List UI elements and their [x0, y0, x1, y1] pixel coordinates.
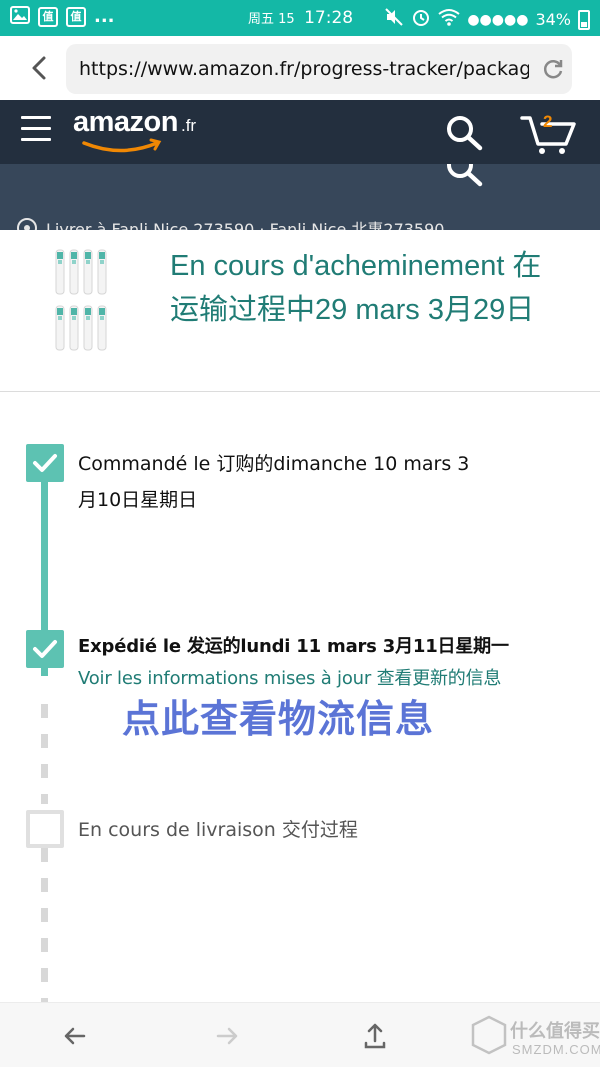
smzdm-app-icon: 值 — [66, 7, 86, 27]
more-notifications-indicator: ... — [94, 6, 115, 27]
view-updates-link[interactable]: Voir les informations mises à jour 查看更新的… — [78, 666, 501, 692]
tracking-card: En cours d'acheminement 在运输过程中29 mars 3月… — [0, 230, 600, 1002]
battery-percent: 34% — [535, 10, 571, 29]
browser-bottom-toolbar: 什么值得买 SMZDM.COM — [0, 1002, 600, 1067]
reload-icon — [543, 60, 563, 79]
status-bar-left: 值 值 ... — [10, 6, 115, 28]
status-bar-right: ●●●●● 34% — [384, 7, 590, 33]
toothbrush-heads-product-image — [55, 249, 107, 351]
alarm-icon — [411, 7, 431, 33]
menu-icon-bar — [21, 138, 51, 141]
step-delivery-label: En cours de livraison 交付过程 — [78, 819, 358, 841]
step-delivery-checkbox — [26, 810, 64, 848]
watermark-text: 什么值得买 — [510, 1021, 600, 1042]
battery-icon — [578, 10, 590, 30]
smile-arrow-icon — [82, 138, 162, 153]
status-bar: 值 值 ... 周五 15 17:28 ●●●●● 34% — [0, 0, 600, 36]
smzdm-app-icon: 值 — [38, 7, 58, 27]
gallery-icon — [10, 6, 30, 28]
status-bar-time: 17:28 — [304, 8, 354, 28]
search-button[interactable] — [444, 114, 484, 152]
step-ordered-label: Commandé le 订购的dimanche 10 mars 3月10日星期日 — [78, 453, 470, 511]
smzdm-watermark: 什么值得买 SMZDM.COM — [470, 1015, 600, 1063]
wifi-icon — [438, 8, 460, 32]
timeline-pending-line — [41, 848, 48, 1002]
mute-icon — [384, 7, 404, 33]
signal-strength-icon: ●●●●● — [467, 12, 529, 28]
shipment-summary: En cours d'acheminement 在运输过程中29 mars 3月… — [0, 230, 600, 392]
logo-tld: .fr — [180, 116, 197, 135]
shipment-status-title: En cours d'acheminement 在运输过程中29 mars 3月… — [170, 250, 542, 326]
menu-icon-bar — [21, 116, 51, 119]
menu-icon-bar — [21, 127, 51, 130]
browser-back-button[interactable] — [22, 50, 58, 86]
menu-button[interactable] — [21, 116, 51, 144]
url-text[interactable]: https://www.amazon.fr/progress-tracker/p… — [79, 57, 529, 81]
search-icon — [447, 116, 483, 151]
status-bar-weekday: 周五 15 — [248, 12, 295, 27]
checkmark-icon — [33, 640, 57, 658]
arrow-right-icon — [216, 1027, 238, 1045]
amazon-logo[interactable]: amazon .fr — [73, 106, 223, 158]
arrow-left-icon — [64, 1027, 86, 1045]
step-ordered-checkbox — [26, 444, 64, 482]
annotation-caption: 点此查看物流信息 — [122, 697, 435, 741]
cart-count-badge: 2 — [543, 112, 553, 131]
share-button[interactable] — [360, 1021, 390, 1051]
share-icon — [364, 1023, 386, 1049]
cart-button[interactable]: 2 — [520, 110, 576, 156]
amazon-header: amazon .fr 2 — [0, 100, 600, 164]
browser-back-nav-button[interactable] — [60, 1021, 90, 1051]
deliver-to-link[interactable]: Livrer à Fanli Nice 273590 · Fanli Nice … — [16, 216, 444, 230]
search-button-secondary[interactable] — [444, 164, 484, 188]
reload-button[interactable] — [540, 56, 566, 82]
chevron-left-icon — [32, 56, 46, 80]
delivery-location-bar: Livrer à Fanli Nice 273590 · Fanli Nice … — [0, 164, 600, 230]
timeline-pending-line — [41, 704, 48, 804]
smzdm-badge-icon — [471, 1015, 507, 1055]
search-icon — [447, 164, 483, 187]
progress-timeline: Commandé le 订购的dimanche 10 mars 3月10日星期日… — [0, 392, 600, 1002]
browser-address-bar: https://www.amazon.fr/progress-tracker/p… — [0, 36, 600, 100]
browser-forward-nav-button[interactable] — [212, 1021, 242, 1051]
status-bar-clock: 周五 15 17:28 — [248, 6, 353, 32]
watermark-domain: SMZDM.COM — [512, 1042, 600, 1057]
step-shipped-label: Expédié le 发运的lundi 11 mars 3月11日星期一 — [78, 636, 509, 657]
logo-wordmark: amazon — [73, 106, 178, 138]
url-field[interactable]: https://www.amazon.fr/progress-tracker/p… — [66, 44, 572, 94]
checkmark-icon — [33, 454, 57, 472]
location-pin-icon — [17, 218, 37, 230]
step-shipped-checkbox — [26, 630, 64, 668]
deliver-to-text: Livrer à Fanli Nice 273590 · Fanli Nice … — [46, 220, 445, 230]
